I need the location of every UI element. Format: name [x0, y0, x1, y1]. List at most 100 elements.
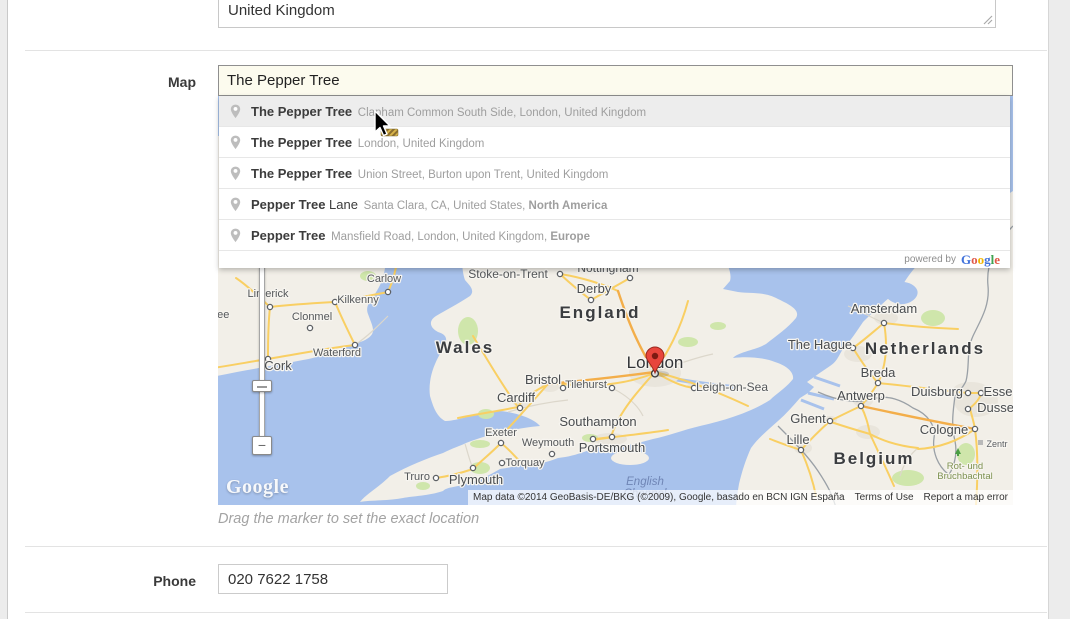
phone-input[interactable] — [218, 564, 448, 594]
autocomplete-item[interactable]: Pepper Tree Lane Santa Clara, CA, United… — [219, 189, 1010, 220]
drag-marker-hint: Drag the marker to set the exact locatio… — [218, 511, 479, 527]
map-label: Belgium — [833, 449, 914, 468]
pac-secondary: Union Street, Burton upon Trent, United … — [358, 169, 609, 181]
map-label: Southampton — [559, 414, 636, 429]
map-field-label: Map — [56, 74, 196, 90]
city-dot — [433, 475, 438, 480]
google-watermark[interactable]: Google — [226, 476, 289, 499]
city-dot — [267, 304, 272, 309]
city-dot — [972, 426, 977, 431]
map-label: Zentr — [986, 439, 1007, 449]
zoom-slider-handle[interactable] — [252, 380, 272, 392]
powered-by-google: powered by Google — [219, 251, 1010, 268]
city-dot — [498, 440, 503, 445]
pin-icon — [230, 166, 241, 181]
map-label: Breda — [861, 365, 896, 380]
map-label: English — [626, 476, 664, 488]
autocomplete-item[interactable]: The Pepper Tree Clapham Common South Sid… — [219, 96, 1010, 127]
pin-icon — [230, 135, 241, 150]
page-right-margin — [1048, 0, 1070, 619]
map-label: Dussel — [977, 400, 1013, 415]
section-divider — [25, 546, 1047, 547]
section-divider — [25, 612, 1047, 613]
autocomplete-item[interactable]: The Pepper Tree Union Street, Burton upo… — [219, 158, 1010, 189]
map-label: Clonmel — [292, 311, 332, 323]
pin-icon — [230, 197, 241, 212]
poi-icon — [978, 440, 983, 445]
powered-by-text: powered by — [904, 254, 956, 265]
pac-main: Pepper Tree — [251, 197, 325, 212]
map-label: Weymouth — [522, 437, 574, 449]
city-dot — [588, 297, 593, 302]
autocomplete-items: The Pepper Tree Clapham Common South Sid… — [219, 96, 1010, 251]
phone-field-label: Phone — [56, 573, 196, 589]
map-label: Bristol — [525, 372, 561, 387]
map-label: Wales — [436, 338, 495, 357]
city-dot — [875, 380, 880, 385]
map-label: Portsmouth — [579, 440, 645, 455]
city-dot — [627, 275, 632, 280]
map-label: Cardiff — [497, 390, 535, 405]
city-dot — [517, 405, 522, 410]
map-label: Truro — [404, 471, 430, 483]
pac-secondary: Mansfield Road, London, United Kingdom, — [331, 231, 550, 243]
city-dot — [858, 403, 863, 408]
pac-secondary: Clapham Common South Side, London, Unite… — [358, 107, 646, 119]
map-label: Amsterdam — [851, 301, 917, 316]
report-map-error-link[interactable]: Report a map error — [924, 492, 1008, 503]
pin-icon — [230, 228, 241, 243]
map-label: Tilehurst — [565, 379, 607, 391]
map-label: Netherlands — [865, 339, 985, 358]
map-label: Lille — [786, 432, 809, 447]
country-textarea[interactable]: United Kingdom — [218, 0, 996, 28]
city-dot — [385, 289, 390, 294]
map-label: Cologne — [920, 422, 968, 437]
map-label: Derby — [577, 281, 612, 296]
city-dot — [549, 451, 554, 456]
city-dot — [881, 320, 886, 325]
country-value: United Kingdom — [228, 2, 335, 19]
page: United Kingdom Map — [0, 0, 1070, 619]
map-label: Carlow — [367, 273, 401, 285]
map-label: Waterford — [313, 347, 361, 359]
city-dot — [827, 418, 832, 423]
autocomplete-item[interactable]: Pepper Tree Mansfield Road, London, Unit… — [219, 220, 1010, 251]
map-attribution: Map data ©2014 GeoBasis-DE/BKG (©2009), … — [468, 490, 1013, 505]
zoom-out-button[interactable]: − — [252, 436, 272, 455]
pac-secondary: London, United Kingdom — [358, 138, 485, 150]
map-label: Cork — [264, 358, 292, 373]
textarea-resize-handle[interactable] — [983, 15, 993, 25]
page-left-margin — [0, 0, 8, 619]
map-search-input[interactable] — [218, 65, 1013, 96]
city-dot — [609, 385, 614, 390]
map-label: Plymouth — [449, 472, 503, 487]
pac-main: The Pepper Tree — [251, 104, 352, 119]
city-dot — [965, 406, 970, 411]
pac-secondary: Santa Clara, CA, United States, — [364, 200, 529, 212]
pac-secondary-bold: Europe — [550, 231, 590, 243]
pac-main: The Pepper Tree — [251, 135, 352, 150]
map-label: Antwerp — [837, 388, 885, 403]
map-label: Duisburg — [911, 384, 963, 399]
attribution-text: Map data ©2014 GeoBasis-DE/BKG (©2009), … — [473, 492, 845, 503]
city-dot — [470, 465, 475, 470]
map-label: Torquay — [505, 457, 545, 469]
city-dot — [557, 271, 562, 276]
pac-main-rest: Lane — [325, 197, 358, 212]
autocomplete-item[interactable]: The Pepper Tree London, United Kingdom — [219, 127, 1010, 158]
city-dot — [499, 460, 504, 465]
map-label: Exeter — [485, 427, 517, 439]
pin-icon — [230, 104, 241, 119]
map-label: Stoke-on-Trent — [468, 267, 548, 281]
map-label: lee — [218, 309, 229, 321]
city-dot — [965, 390, 970, 395]
map-label: The Hague — [788, 337, 852, 352]
terms-of-use-link[interactable]: Terms of Use — [855, 492, 914, 503]
city-dot — [798, 447, 803, 452]
map-label: Ghent — [790, 411, 826, 426]
map-label: Kilkenny — [337, 294, 379, 306]
map-label: England — [559, 303, 640, 322]
google-logo: Google — [961, 253, 1000, 266]
pac-main: The Pepper Tree — [251, 166, 352, 181]
autocomplete-dropdown: The Pepper Tree Clapham Common South Sid… — [219, 96, 1010, 268]
